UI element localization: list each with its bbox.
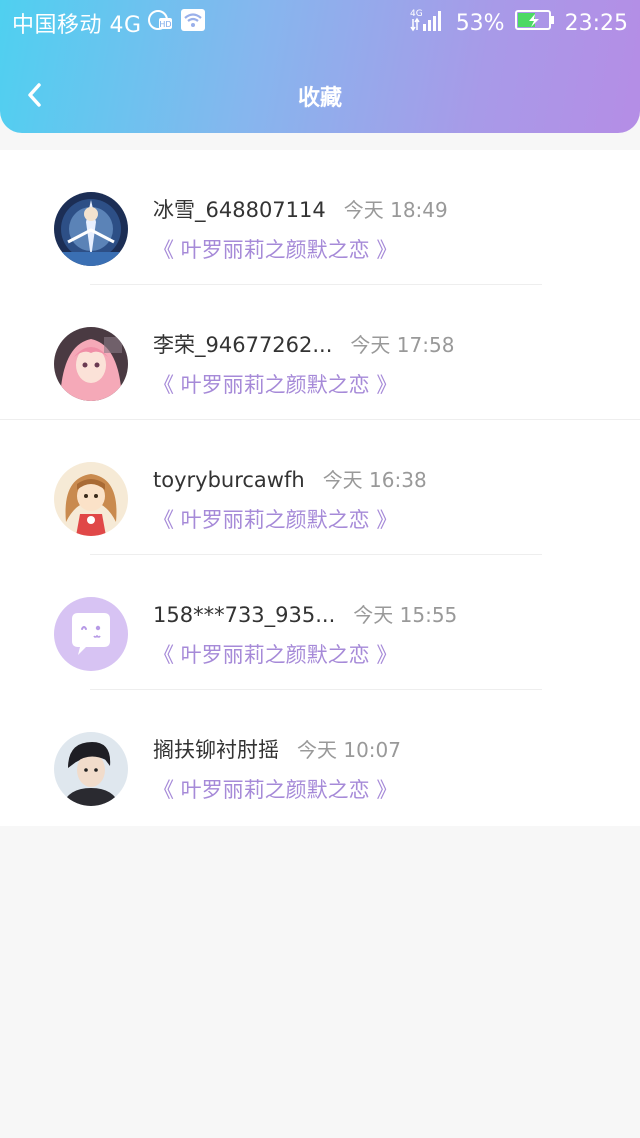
avatar[interactable] <box>54 192 128 266</box>
timestamp: 今天 18:49 <box>343 198 448 222</box>
timestamp: 今天 16:38 <box>322 468 427 492</box>
avatar[interactable] <box>54 462 128 536</box>
network-badge: 4G <box>410 9 423 19</box>
wifi-icon <box>180 8 206 38</box>
young-man-avatar <box>54 732 128 806</box>
avatar[interactable] <box>54 327 128 401</box>
pink-hair-girl-avatar <box>54 327 128 401</box>
avatar[interactable] <box>54 597 128 671</box>
svg-text:HD: HD <box>159 20 171 29</box>
username: toyryburcawfh <box>153 468 305 492</box>
username: 搁扶铆衬肘摇 <box>153 738 279 762</box>
book-title-link[interactable]: 《 叶罗丽莉之颜默之恋 》 <box>153 504 397 534</box>
chevron-left-icon <box>28 83 41 107</box>
avatar[interactable] <box>54 732 128 806</box>
book-title-link[interactable]: 《 叶罗丽莉之颜默之恋 》 <box>153 369 397 399</box>
anime-warrior-avatar <box>54 192 128 266</box>
nav-bar: 收藏 <box>0 64 640 128</box>
clock: 23:25 <box>564 10 628 36</box>
timestamp: 今天 17:58 <box>350 333 455 357</box>
book-title-link[interactable]: 《 叶罗丽莉之颜默之恋 》 <box>153 774 397 804</box>
header: 中国移动 4G HD 4G 53% 23:25 收藏 <box>0 0 640 133</box>
timestamp: 今天 10:07 <box>297 738 401 762</box>
list-item[interactable]: 158***733_935... 今天 15:55 《 叶罗丽莉之颜默之恋 》 <box>0 555 640 690</box>
favorites-list: 冰雪_648807114 今天 18:49 《 叶罗丽莉之颜默之恋 》 李荣_9… <box>0 150 640 826</box>
username: 李荣_94677262... <box>153 333 333 357</box>
list-item[interactable]: 冰雪_648807114 今天 18:49 《 叶罗丽莉之颜默之恋 》 <box>0 150 640 285</box>
battery-percent: 53% <box>455 10 505 36</box>
back-button[interactable] <box>18 78 52 112</box>
book-title-link[interactable]: 《 叶罗丽莉之颜默之恋 》 <box>153 639 397 669</box>
cartoon-girl-avatar <box>54 462 128 536</box>
timestamp: 今天 15:55 <box>353 603 458 627</box>
list-item[interactable]: 李荣_94677262... 今天 17:58 《 叶罗丽莉之颜默之恋 》 <box>0 285 640 420</box>
page-title: 收藏 <box>297 86 342 111</box>
status-bar: 中国移动 4G HD 4G 53% 23:25 <box>0 0 640 46</box>
list-item[interactable]: toyryburcawfh 今天 16:38 《 叶罗丽莉之颜默之恋 》 <box>0 420 640 555</box>
carrier-label: 中国移动 4G <box>12 13 142 38</box>
battery-icon <box>514 9 555 37</box>
hd-call-icon: HD <box>147 9 174 37</box>
signal-icon: 4G <box>410 7 446 39</box>
default-chat-avatar <box>54 597 128 671</box>
username: 158***733_935... <box>153 603 336 627</box>
list-item[interactable]: 搁扶铆衬肘摇 今天 10:07 《 叶罗丽莉之颜默之恋 》 <box>0 690 640 825</box>
username: 冰雪_648807114 <box>153 198 326 222</box>
book-title-link[interactable]: 《 叶罗丽莉之颜默之恋 》 <box>153 234 397 264</box>
